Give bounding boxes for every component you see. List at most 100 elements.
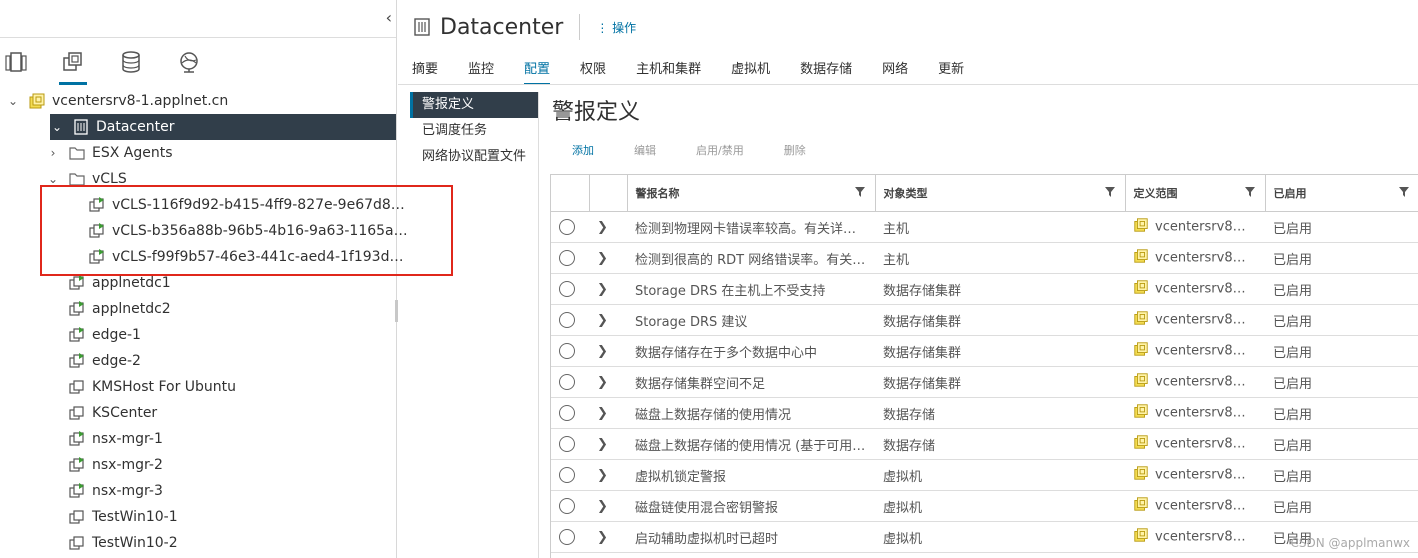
tree-node[interactable]: applnetdc1 — [0, 270, 171, 296]
tree-node-label: nsx-mgr-3 — [92, 483, 163, 499]
defined-in-link[interactable]: vcentersrv8… — [1155, 313, 1246, 328]
expand-row-chevron-icon[interactable]: ❯ — [597, 220, 608, 235]
expand-row-chevron-icon[interactable]: ❯ — [597, 251, 608, 266]
tree-node[interactable]: vCLS-f99f9b57-46e3-441c-aed4-1f193d… — [0, 244, 403, 270]
column-header-object-type[interactable]: 对象类型 — [875, 175, 1126, 212]
subnav-alarm-definitions[interactable]: 警报定义 — [410, 92, 538, 118]
row-radio[interactable] — [559, 219, 575, 235]
expand-row-chevron-icon[interactable]: ❯ — [597, 313, 608, 328]
row-select-cell — [551, 211, 589, 243]
filter-icon[interactable] — [1398, 187, 1409, 197]
tab-datastores[interactable]: 数据存储 — [800, 56, 852, 85]
tab-summary[interactable]: 摘要 — [412, 56, 438, 85]
tree-node[interactable]: ⌄ vcentersrv8-1.applnet.cn — [0, 88, 228, 114]
collapse-navigator-icon[interactable]: ‹ — [386, 8, 392, 27]
vms-templates-tab[interactable] — [59, 50, 87, 85]
expand-row-chevron-icon[interactable]: ❯ — [597, 282, 608, 297]
collapse-chevron-icon[interactable]: ⌄ — [6, 94, 20, 108]
row-radio[interactable] — [559, 250, 575, 266]
column-header-enabled[interactable]: 已启用 — [1265, 175, 1418, 212]
table-row[interactable]: ❯ 数据存储集群空间不足 数据存储集群 vcentersrv8… 已启用 — [551, 366, 1418, 398]
tab-networks[interactable]: 网络 — [882, 56, 908, 85]
tree-node[interactable]: TestWin10-2 — [0, 530, 178, 556]
column-header-defined-in[interactable]: 定义范围 — [1125, 175, 1266, 212]
tab-monitor[interactable]: 监控 — [468, 56, 494, 85]
tree-node[interactable]: nsx-mgr-3 — [0, 478, 163, 504]
table-row[interactable]: ❯ 检测到很高的 RDT 网络错误率。有关… 主机 vcentersrv8… 已启用 — [551, 242, 1418, 274]
tree-node[interactable]: nsx-mgr-1 — [0, 426, 163, 452]
row-radio[interactable] — [559, 529, 575, 545]
table-row[interactable]: ❯ 数据存储存在于多个数据中心中 数据存储集群 vcentersrv8… 已启用 — [551, 335, 1418, 367]
enable-disable-button[interactable]: 启用/禁用 — [676, 142, 764, 158]
row-radio[interactable] — [559, 467, 575, 483]
hosts-clusters-icon — [5, 52, 27, 72]
defined-in-link[interactable]: vcentersrv8… — [1155, 344, 1246, 359]
defined-in-link[interactable]: vcentersrv8… — [1155, 437, 1246, 452]
tree-node[interactable]: edge-2 — [0, 348, 141, 374]
tree-node[interactable]: KSCenter — [0, 400, 157, 426]
filter-icon[interactable] — [1104, 187, 1115, 197]
table-row[interactable]: ❯ Storage DRS 建议 数据存储集群 vcentersrv8… 已启用 — [551, 304, 1418, 336]
expand-row-chevron-icon[interactable]: ❯ — [597, 375, 608, 390]
table-row[interactable]: ❯ 磁盘上数据存储的使用情况 (基于可用… 数据存储 vcentersrv8… 已启用 — [551, 428, 1418, 460]
subnav-network-protocol-profiles[interactable]: 网络协议配置文件 — [410, 144, 538, 170]
tree-node[interactable]: nsx-mgr-2 — [0, 452, 163, 478]
vm-icon — [68, 534, 86, 552]
table-row[interactable]: ❯ 检测到物理网卡错误率较高。有关详… 主机 vcentersrv8… 已启用 — [551, 211, 1418, 243]
edit-button[interactable]: 编辑 — [614, 142, 676, 158]
table-row[interactable]: ❯ 磁盘链使用混合密钥警报 虚拟机 vcentersrv8… 已启用 — [551, 490, 1418, 522]
tree-node[interactable]: ⌄ Datacenter — [50, 114, 396, 140]
defined-in-link[interactable]: vcentersrv8… — [1155, 220, 1246, 235]
table-row[interactable]: ❯ 磁盘上数据存储的使用情况 数据存储 vcentersrv8… 已启用 — [551, 397, 1418, 429]
storage-tab[interactable] — [117, 50, 145, 82]
filter-icon[interactable] — [1244, 187, 1255, 197]
tree-node[interactable]: vCLS-116f9d92-b415-4ff9-827e-9e67d8… — [0, 192, 405, 218]
collapse-chevron-icon[interactable]: ⌄ — [50, 120, 64, 134]
defined-in-link[interactable]: vcentersrv8… — [1155, 375, 1246, 390]
row-radio[interactable] — [559, 281, 575, 297]
actions-menu[interactable]: ⋮ 操作 — [596, 19, 636, 36]
row-radio[interactable] — [559, 374, 575, 390]
expand-row-chevron-icon[interactable]: ❯ — [597, 499, 608, 514]
tab-vms[interactable]: 虚拟机 — [731, 56, 770, 85]
add-button[interactable]: 添加 — [552, 142, 614, 158]
column-header-alarm-name[interactable]: 警报名称 — [627, 175, 876, 212]
tab-configure[interactable]: 配置 — [524, 56, 551, 85]
tree-node[interactable]: edge-1 — [0, 322, 141, 348]
filter-icon[interactable] — [854, 187, 865, 197]
expand-chevron-icon[interactable]: › — [46, 146, 60, 160]
row-radio[interactable] — [559, 436, 575, 452]
tree-node[interactable]: applnetdc2 — [0, 296, 171, 322]
expand-row-chevron-icon[interactable]: ❯ — [597, 468, 608, 483]
defined-in-link[interactable]: vcentersrv8… — [1155, 468, 1246, 483]
expand-row-chevron-icon[interactable]: ❯ — [597, 437, 608, 452]
tree-node[interactable]: TestWin10-1 — [0, 504, 178, 530]
row-radio[interactable] — [559, 343, 575, 359]
row-radio[interactable] — [559, 498, 575, 514]
networking-tab[interactable] — [175, 50, 203, 82]
tree-node[interactable]: KMSHost For Ubuntu — [0, 374, 236, 400]
table-row[interactable]: ❯ 虚拟机锁定警报 虚拟机 vcentersrv8… 已启用 — [551, 459, 1418, 491]
expand-row-chevron-icon[interactable]: ❯ — [597, 344, 608, 359]
tree-node[interactable]: › ESX Agents — [0, 140, 173, 166]
hosts-clusters-tab[interactable] — [2, 50, 30, 82]
tree-node[interactable]: vCLS-b356a88b-96b5-4b16-9a63-1165a… — [0, 218, 408, 244]
collapse-chevron-icon[interactable]: ⌄ — [46, 172, 60, 186]
defined-in-link[interactable]: vcentersrv8… — [1155, 282, 1246, 297]
expand-row-chevron-icon[interactable]: ❯ — [597, 530, 608, 545]
defined-in-link[interactable]: vcentersrv8… — [1155, 251, 1246, 266]
defined-in-link[interactable]: vcentersrv8… — [1155, 530, 1246, 545]
tree-node[interactable]: ⌄ vCLS — [0, 166, 127, 192]
delete-button[interactable]: 删除 — [764, 142, 826, 158]
subnav-scheduled-tasks[interactable]: 已调度任务 — [410, 118, 538, 144]
defined-in-link[interactable]: vcentersrv8… — [1155, 499, 1246, 514]
row-radio[interactable] — [559, 312, 575, 328]
tab-hosts-clusters[interactable]: 主机和集群 — [636, 56, 701, 85]
defined-in-link[interactable]: vcentersrv8… — [1155, 406, 1246, 421]
expand-row-chevron-icon[interactable]: ❯ — [597, 406, 608, 421]
tab-permissions[interactable]: 权限 — [580, 56, 606, 85]
table-row[interactable]: ❯ Storage DRS 在主机上不受支持 数据存储集群 vcentersrv8… 已… — [551, 273, 1418, 305]
tab-updates[interactable]: 更新 — [938, 56, 964, 85]
row-radio[interactable] — [559, 405, 575, 421]
table-row[interactable]: ❯ 启动辅助虚拟机时已超时 虚拟机 vcentersrv8… 已启用 — [551, 521, 1418, 553]
